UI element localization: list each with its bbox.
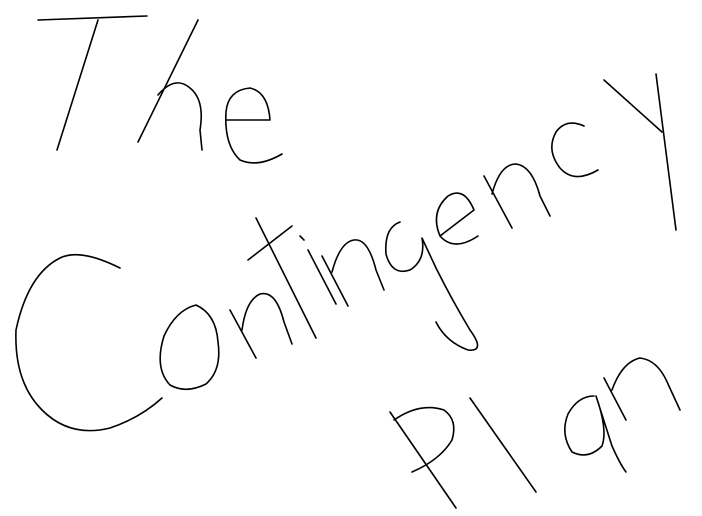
letter-T-stem (56, 19, 99, 151)
letter-a (564, 395, 627, 473)
letter-i-stem (307, 249, 337, 305)
letter-g (384, 221, 479, 351)
letter-o (159, 304, 220, 391)
letter-e2 (435, 192, 479, 245)
letter-t-stem (255, 217, 317, 339)
letter-P-stem (389, 411, 457, 509)
letter-c (551, 122, 599, 178)
letter-h-arch (157, 82, 203, 151)
letter-n (229, 292, 293, 359)
letter-n3 (483, 163, 551, 229)
handwritten-word-the (37, 15, 283, 164)
letter-T-top (37, 15, 148, 21)
letter-C (15, 253, 163, 432)
letter-y-left (603, 79, 663, 133)
letter-h-stem (137, 19, 199, 143)
letter-e (224, 87, 283, 164)
letter-y-right (655, 73, 677, 231)
drawing-canvas: The Contingency Plan (0, 0, 702, 516)
handwritten-word-contingency (15, 73, 677, 432)
letter-l (469, 397, 537, 493)
letter-i-dot (299, 235, 305, 241)
letter-t-cross (247, 225, 293, 261)
letter-n4 (603, 357, 681, 421)
handwritten-word-plan (389, 357, 681, 509)
handwritten-title-drawing (15, 15, 681, 509)
